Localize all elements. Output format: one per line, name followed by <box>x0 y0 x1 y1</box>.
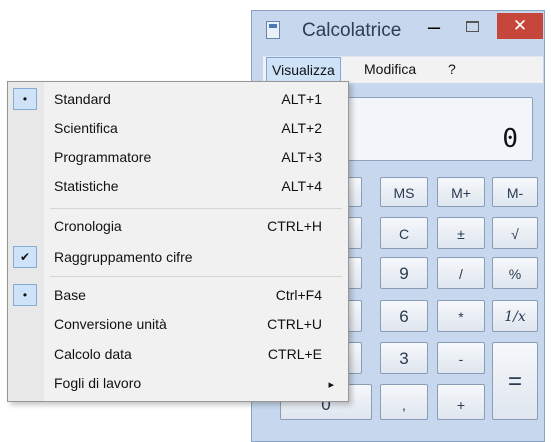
menu-item-scientifica[interactable]: Scientifica ALT+2 <box>8 115 348 143</box>
menu-item-standard[interactable]: • Standard ALT+1 <box>8 86 348 114</box>
radio-bullet-icon: • <box>13 284 37 306</box>
menu-item-label: Programmatore <box>54 149 152 165</box>
menu-item-label: Conversione unità <box>54 316 167 332</box>
menu-item-conversione-unita[interactable]: Conversione unità CTRL+U <box>8 311 348 339</box>
percent-button[interactable]: % <box>492 257 538 289</box>
menu-item-label: Base <box>54 287 86 303</box>
negate-button[interactable]: ± <box>437 217 485 249</box>
window-title: Calcolatrice <box>302 20 402 41</box>
submenu-arrow-icon: ▸ <box>328 379 334 391</box>
view-menu: • Standard ALT+1 Scientifica ALT+2 Progr… <box>7 81 349 402</box>
menu-bar: Visualizza Modifica ? <box>263 56 543 83</box>
clear-button[interactable]: C <box>380 217 428 249</box>
menu-item-label: Raggruppamento cifre <box>54 249 193 265</box>
multiply-button[interactable]: * <box>437 300 485 332</box>
menu-item-label: Calcolo data <box>54 346 132 362</box>
menu-item-shortcut: Ctrl+F4 <box>275 287 322 303</box>
radio-bullet-icon: • <box>13 88 37 110</box>
calculator-icon <box>266 21 280 39</box>
display-value: 0 <box>502 124 518 154</box>
menu-item-label: Standard <box>54 91 111 107</box>
maximize-button[interactable] <box>458 17 486 41</box>
menu-item-statistiche[interactable]: Statistiche ALT+4 <box>8 173 348 201</box>
menu-visualizza[interactable]: Visualizza <box>266 57 341 82</box>
menu-item-programmatore[interactable]: Programmatore ALT+3 <box>8 144 348 172</box>
memory-store-button[interactable]: MS <box>380 177 428 207</box>
checkmark-icon: ✔ <box>13 246 37 268</box>
menu-separator <box>50 276 342 277</box>
menu-item-base[interactable]: • Base Ctrl+F4 <box>8 282 348 310</box>
menu-item-shortcut: ALT+1 <box>281 91 322 107</box>
menu-item-shortcut: CTRL+U <box>267 316 322 332</box>
minimize-button[interactable]: – <box>420 16 448 41</box>
menu-item-label: Cronologia <box>54 218 122 234</box>
divide-button[interactable]: / <box>437 257 485 289</box>
memory-add-button[interactable]: M+ <box>437 177 485 207</box>
digit-6-button[interactable]: 6 <box>380 300 428 332</box>
close-button[interactable]: ✕ <box>497 13 543 39</box>
reciprocal-button[interactable]: 1/x <box>492 300 538 332</box>
menu-item-label: Statistiche <box>54 178 119 194</box>
menu-item-shortcut: ALT+2 <box>281 120 322 136</box>
menu-item-label: Scientifica <box>54 120 118 136</box>
menu-item-shortcut: CTRL+E <box>267 346 322 362</box>
memory-subtract-button[interactable]: M- <box>492 177 538 207</box>
menu-item-cronologia[interactable]: Cronologia CTRL+H <box>8 213 348 241</box>
menu-item-shortcut: CTRL+H <box>267 218 322 234</box>
add-button[interactable]: + <box>437 384 485 420</box>
menu-help[interactable]: ? <box>443 57 461 82</box>
sqrt-button[interactable]: √ <box>492 217 538 249</box>
menu-item-label: Fogli di lavoro <box>54 375 142 391</box>
menu-item-raggruppamento-cifre[interactable]: ✔ Raggruppamento cifre <box>8 244 348 272</box>
subtract-button[interactable]: - <box>437 342 485 374</box>
menu-separator <box>50 208 342 209</box>
menu-item-shortcut: ALT+4 <box>281 178 322 194</box>
digit-3-button[interactable]: 3 <box>380 342 428 374</box>
menu-modifica[interactable]: Modifica <box>359 57 421 82</box>
menu-item-fogli-di-lavoro[interactable]: Fogli di lavoro ▸ <box>8 370 348 398</box>
menu-item-calcolo-data[interactable]: Calcolo data CTRL+E <box>8 341 348 369</box>
menu-item-shortcut: ALT+3 <box>281 149 322 165</box>
title-bar[interactable]: Calcolatrice – ✕ <box>252 11 544 49</box>
decimal-button[interactable]: , <box>380 384 428 420</box>
equals-button[interactable]: = <box>492 342 538 420</box>
digit-9-button[interactable]: 9 <box>380 257 428 289</box>
